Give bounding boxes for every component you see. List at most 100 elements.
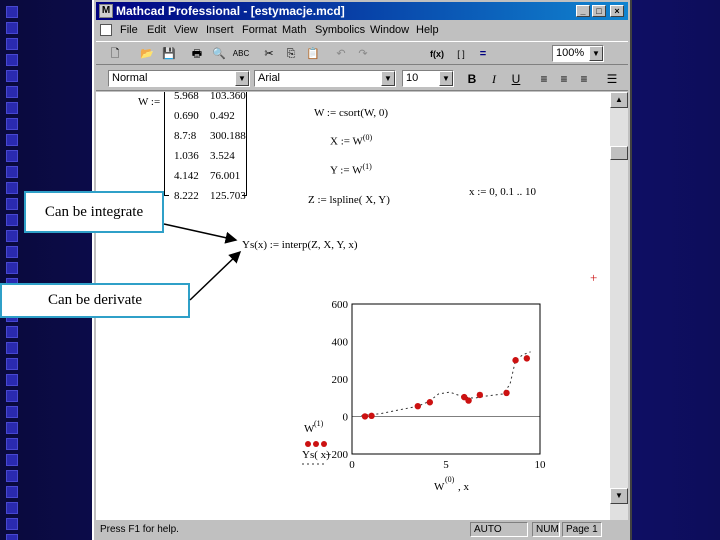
status-mode: AUTO bbox=[470, 522, 528, 537]
insert-unit-icon[interactable]: [ ] bbox=[452, 45, 470, 63]
data-point bbox=[414, 402, 421, 410]
open-icon[interactable]: 📂 bbox=[138, 45, 156, 63]
callout-derivate: Can be derivate bbox=[0, 283, 190, 318]
y-expr-sup: (1) bbox=[362, 162, 372, 171]
zoom-value: 100% bbox=[556, 47, 585, 59]
menu-math[interactable]: Math bbox=[282, 21, 306, 39]
align-left-icon[interactable]: ≡ bbox=[536, 71, 552, 87]
print-preview-icon[interactable]: 🔍 bbox=[210, 45, 228, 63]
strip-square bbox=[6, 166, 18, 178]
cut-icon[interactable]: ✂ bbox=[260, 45, 278, 63]
window-title: Mathcad Professional - [estymacje.mcd] bbox=[116, 4, 345, 18]
data-point bbox=[368, 412, 375, 420]
bullets-icon[interactable]: ☰ bbox=[604, 71, 620, 87]
interp-expression[interactable]: Ys(x) := interp(Z, X, Y, x) bbox=[242, 239, 358, 251]
font-size-select[interactable]: 10 ▼ bbox=[402, 70, 454, 87]
menu-file[interactable]: File bbox=[120, 21, 138, 39]
spell-check-icon[interactable]: ABC bbox=[232, 45, 250, 63]
scroll-thumb[interactable] bbox=[610, 146, 628, 160]
strip-square bbox=[6, 342, 18, 354]
strip-square bbox=[6, 38, 18, 50]
y-tick-label: 0 bbox=[343, 412, 349, 424]
matrix-cell: 125.703 bbox=[210, 190, 246, 202]
document-icon[interactable] bbox=[100, 24, 112, 36]
undo-icon[interactable]: ↶ bbox=[332, 45, 350, 63]
data-point bbox=[361, 413, 369, 420]
redo-icon[interactable]: ↷ bbox=[354, 45, 372, 63]
maximize-button[interactable]: □ bbox=[592, 5, 606, 17]
underline-button[interactable]: U bbox=[508, 71, 524, 87]
font-size-value: 10 bbox=[406, 72, 419, 84]
bold-button[interactable]: B bbox=[464, 71, 480, 87]
chevron-down-icon: ▼ bbox=[235, 71, 249, 86]
y-assignment[interactable]: Y := W(1) bbox=[330, 162, 372, 177]
matrix-bracket-right bbox=[242, 92, 247, 196]
y-axis-label-bottom: Ys( x) bbox=[302, 449, 330, 461]
close-button[interactable]: × bbox=[610, 5, 624, 17]
copy-icon[interactable]: ⎘ bbox=[282, 45, 300, 63]
mathcad-icon[interactable]: M bbox=[99, 4, 113, 18]
y-tick-label: 600 bbox=[332, 299, 349, 311]
strip-square bbox=[6, 134, 18, 146]
arrow-down-icon: ▼ bbox=[615, 491, 623, 500]
menu-window[interactable]: Window bbox=[370, 21, 409, 39]
range-expression[interactable]: x := 0, 0.1 .. 10 bbox=[469, 186, 536, 198]
italic-button[interactable]: I bbox=[486, 71, 502, 87]
strip-square bbox=[6, 6, 18, 18]
xy-plot[interactable]: 6004002000−2000 5 10W (1)Ys( x)W(0), x bbox=[96, 292, 610, 512]
callout-integrate: Can be integrate bbox=[24, 191, 164, 233]
insert-function-icon[interactable]: f(x) bbox=[426, 45, 448, 63]
align-center-icon[interactable]: ≡ bbox=[556, 71, 572, 87]
lspline-expression[interactable]: Z := lspline( X, Y) bbox=[308, 194, 390, 206]
strip-square bbox=[6, 182, 18, 194]
chevron-down-icon: ▼ bbox=[439, 71, 453, 86]
menu-view[interactable]: View bbox=[174, 21, 198, 39]
y-tick-label: 200 bbox=[332, 374, 349, 386]
menu-help[interactable]: Help bbox=[416, 21, 439, 39]
matrix-cell: 300.188 bbox=[210, 130, 246, 142]
y-tick-label: 400 bbox=[332, 337, 349, 349]
scroll-down-button[interactable]: ▼ bbox=[610, 488, 628, 504]
strip-square bbox=[6, 374, 18, 386]
font-select[interactable]: Arial ▼ bbox=[254, 70, 396, 87]
matrix-cell: 0.690 bbox=[174, 110, 199, 122]
minimize-button[interactable]: _ bbox=[576, 5, 590, 17]
strip-square bbox=[6, 214, 18, 226]
print-icon[interactable]: 🖶 bbox=[188, 45, 206, 63]
csort-expression[interactable]: W := csort(W, 0) bbox=[314, 107, 388, 119]
new-icon[interactable]: 🗋 bbox=[106, 45, 124, 63]
x-assignment[interactable]: X := W(0) bbox=[330, 133, 372, 148]
data-point bbox=[426, 399, 434, 406]
font-value: Arial bbox=[258, 72, 281, 84]
align-right-icon[interactable]: ≡ bbox=[576, 71, 592, 87]
strip-square bbox=[6, 198, 18, 210]
style-value: Normal bbox=[112, 72, 148, 84]
strip-square bbox=[6, 486, 18, 498]
strip-square bbox=[6, 454, 18, 466]
matrix-cell: 4.142 bbox=[174, 170, 199, 182]
menu-symbolics[interactable]: Symbolics bbox=[315, 21, 365, 39]
matrix-cell: 3.524 bbox=[210, 150, 235, 162]
matrix-cell: 5.968 bbox=[174, 92, 199, 102]
zoom-select[interactable]: 100% ▼ bbox=[552, 45, 604, 62]
strip-square bbox=[6, 502, 18, 514]
vertical-scrollbar[interactable]: ▲ ▼ bbox=[610, 92, 628, 520]
menu-insert[interactable]: Insert bbox=[206, 21, 234, 39]
save-icon[interactable]: 💾 bbox=[160, 45, 178, 63]
legend-marker bbox=[305, 441, 311, 447]
menu-bar: File Edit View Insert Format Math Symbol… bbox=[96, 21, 628, 39]
standard-toolbar: 🗋 📂 💾 🖶 🔍 ABC ✂ ⎘ 📋 ↶ ↷ f(x) [ ] = 100% … bbox=[96, 41, 628, 65]
paste-icon[interactable]: 📋 bbox=[304, 45, 322, 63]
x-expr-sup: (0) bbox=[362, 133, 373, 142]
x-tick-label: 10 bbox=[535, 459, 547, 471]
style-select[interactable]: Normal ▼ bbox=[108, 70, 250, 87]
strip-square bbox=[6, 470, 18, 482]
scroll-up-button[interactable]: ▲ bbox=[610, 92, 628, 108]
matrix-bracket-left bbox=[164, 92, 169, 196]
menu-edit[interactable]: Edit bbox=[147, 21, 166, 39]
menu-format[interactable]: Format bbox=[242, 21, 277, 39]
calculate-icon[interactable]: = bbox=[474, 45, 492, 63]
chevron-down-icon: ▼ bbox=[381, 71, 395, 86]
strip-square bbox=[6, 534, 18, 540]
formatting-toolbar: Normal ▼ Arial ▼ 10 ▼ B I U ≡ ≡ ≡ ☰ bbox=[96, 67, 628, 91]
